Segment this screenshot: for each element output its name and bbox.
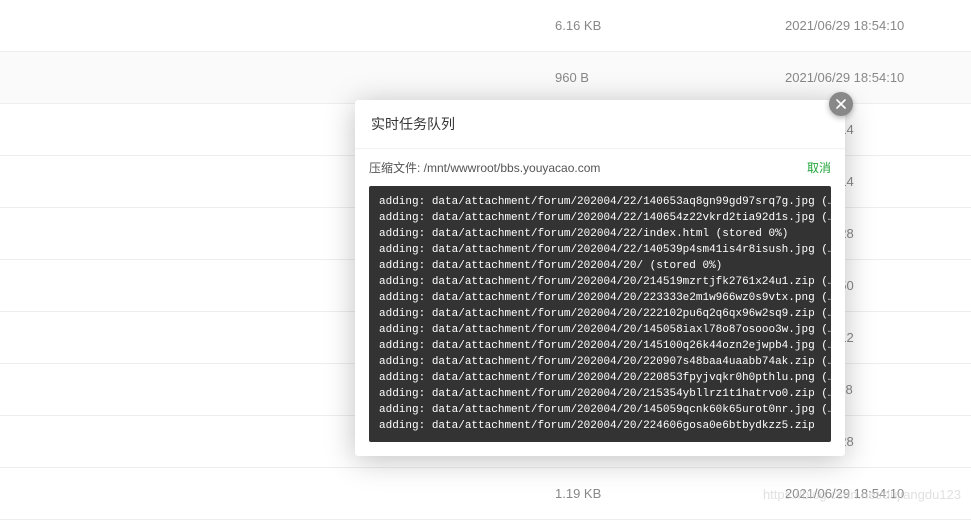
file-size-cell: 1.19 KB bbox=[555, 486, 785, 501]
console-path: data/attachment/forum/202004/20/220853fp… bbox=[432, 372, 815, 384]
console-path: data/attachment/forum/202004/22/140539p4… bbox=[432, 244, 815, 256]
table-row[interactable]: 6.16 KB2021/06/29 18:54:10 bbox=[0, 0, 971, 52]
file-date-cell: 2021/06/29 18:54:10 bbox=[785, 18, 945, 33]
console-prefix: adding: bbox=[379, 228, 425, 240]
console-path: data/attachment/forum/202004/20/145100q2… bbox=[432, 340, 815, 352]
console-path: data/attachment/forum/202004/20/224606go… bbox=[432, 420, 815, 432]
console-prefix: adding: bbox=[379, 308, 425, 320]
console-trail: (… bbox=[815, 324, 831, 336]
console-line: adding: data/attachment/forum/202004/20/… bbox=[379, 322, 821, 338]
console-path: data/attachment/forum/202004/22/index.ht… bbox=[432, 228, 709, 240]
console-trail: (… bbox=[815, 372, 831, 384]
file-date-cell: 2021/06/29 18:54:10 bbox=[785, 70, 945, 85]
console-trail: (… bbox=[815, 276, 831, 288]
file-size-cell: 6.16 KB bbox=[555, 18, 785, 33]
console-output: adding: data/attachment/forum/202004/22/… bbox=[369, 186, 831, 442]
console-trail: (… bbox=[815, 308, 831, 320]
console-prefix: adding: bbox=[379, 404, 425, 416]
cancel-button[interactable]: 取消 bbox=[807, 159, 831, 176]
console-line: adding: data/attachment/forum/202004/20/… bbox=[379, 338, 821, 354]
console-prefix: adding: bbox=[379, 324, 425, 336]
console-path: data/attachment/forum/202004/20/223333e2… bbox=[432, 292, 815, 304]
console-path: data/attachment/forum/202004/20/145058ia… bbox=[432, 324, 815, 336]
console-path: data/attachment/forum/202004/20/222102pu… bbox=[432, 308, 815, 320]
console-trail: (… bbox=[815, 196, 831, 208]
console-prefix: adding: bbox=[379, 244, 425, 256]
console-line: adding: data/attachment/forum/202004/20/… bbox=[379, 258, 821, 274]
console-path: data/attachment/forum/202004/20/215354yb… bbox=[432, 388, 815, 400]
console-trail: (… bbox=[815, 388, 831, 400]
console-trail: (stored 0%) bbox=[643, 260, 722, 272]
console-path: data/attachment/forum/202004/20/214519mz… bbox=[432, 276, 815, 288]
console-path: data/attachment/forum/202004/22/140653aq… bbox=[432, 196, 815, 208]
console-line: adding: data/attachment/forum/202004/22/… bbox=[379, 194, 821, 210]
console-path: data/attachment/forum/202004/20/220907s4… bbox=[432, 356, 815, 368]
console-path: data/attachment/forum/202004/20/145059qc… bbox=[432, 404, 815, 416]
console-prefix: adding: bbox=[379, 340, 425, 352]
watermark-text: https://blog.csdn.net/dujiangdu123 bbox=[763, 487, 961, 502]
console-prefix: adding: bbox=[379, 292, 425, 304]
console-prefix: adding: bbox=[379, 260, 425, 272]
console-line: adding: data/attachment/forum/202004/22/… bbox=[379, 210, 821, 226]
console-prefix: adding: bbox=[379, 372, 425, 384]
console-line: adding: data/attachment/forum/202004/22/… bbox=[379, 226, 821, 242]
table-row[interactable]: 960 B2021/06/29 18:54:10 bbox=[0, 52, 971, 104]
console-path: data/attachment/forum/202004/20/ bbox=[432, 260, 643, 272]
console-line: adding: data/attachment/forum/202004/20/… bbox=[379, 370, 821, 386]
console-line: adding: data/attachment/forum/202004/20/… bbox=[379, 274, 821, 290]
dialog-title: 实时任务队列 bbox=[355, 100, 845, 149]
console-trail: (… bbox=[815, 404, 831, 416]
file-size-cell: 960 B bbox=[555, 70, 785, 85]
console-trail: (… bbox=[815, 340, 831, 352]
console-prefix: adding: bbox=[379, 196, 425, 208]
console-prefix: adding: bbox=[379, 388, 425, 400]
console-line: adding: data/attachment/forum/202004/22/… bbox=[379, 242, 821, 258]
console-path: data/attachment/forum/202004/22/140654z2… bbox=[432, 212, 815, 224]
task-queue-dialog: 实时任务队列 压缩文件: /mnt/wwwroot/bbs.youyacao.c… bbox=[355, 100, 845, 456]
console-prefix: adding: bbox=[379, 212, 425, 224]
console-trail: (stored 0%) bbox=[709, 228, 788, 240]
console-line: adding: data/attachment/forum/202004/20/… bbox=[379, 306, 821, 322]
dialog-path-bar: 压缩文件: /mnt/wwwroot/bbs.youyacao.com 取消 bbox=[355, 149, 845, 186]
console-trail: (… bbox=[815, 212, 831, 224]
compress-path-label: 压缩文件: /mnt/wwwroot/bbs.youyacao.com bbox=[369, 159, 807, 176]
console-prefix: adding: bbox=[379, 420, 425, 432]
console-line: adding: data/attachment/forum/202004/20/… bbox=[379, 402, 821, 418]
console-line: adding: data/attachment/forum/202004/20/… bbox=[379, 386, 821, 402]
console-trail: (… bbox=[815, 356, 831, 368]
close-icon[interactable] bbox=[829, 92, 853, 116]
console-line: adding: data/attachment/forum/202004/20/… bbox=[379, 290, 821, 306]
console-prefix: adding: bbox=[379, 276, 425, 288]
console-trail: (… bbox=[815, 292, 831, 304]
console-line: adding: data/attachment/forum/202004/20/… bbox=[379, 354, 821, 370]
console-trail: (… bbox=[815, 244, 831, 256]
console-prefix: adding: bbox=[379, 356, 425, 368]
console-line: adding: data/attachment/forum/202004/20/… bbox=[379, 418, 821, 434]
